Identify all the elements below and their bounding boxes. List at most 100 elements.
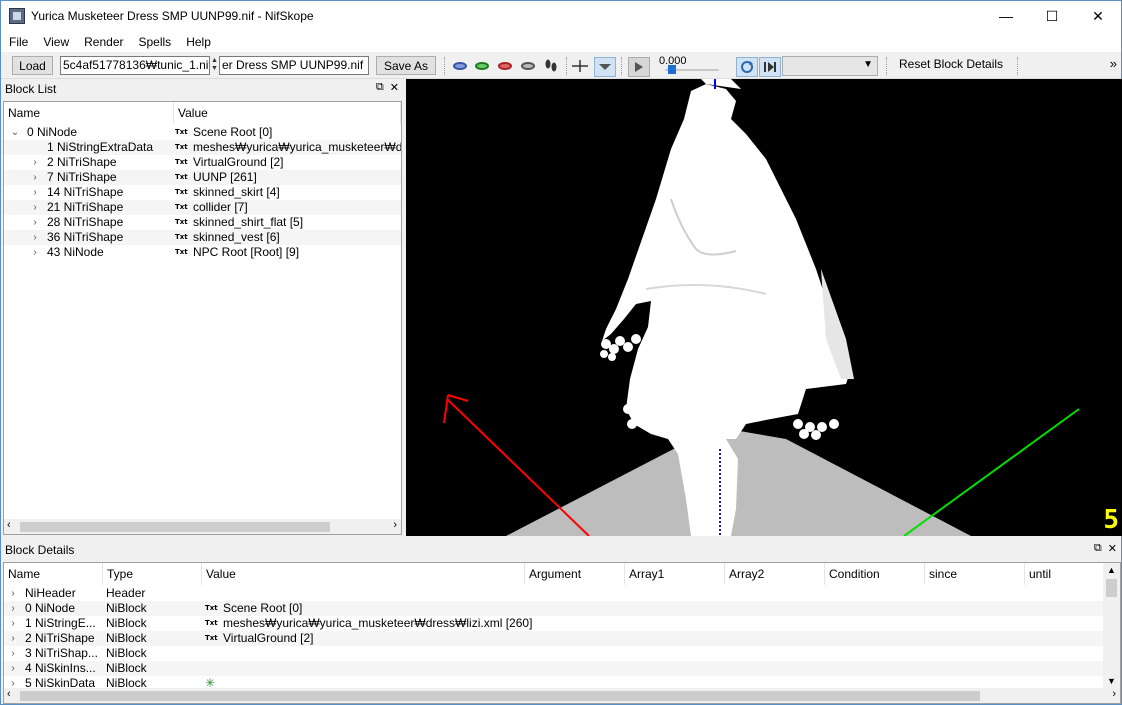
menu-render[interactable]: Render xyxy=(76,35,130,49)
col-value-header[interactable]: Value xyxy=(202,563,525,585)
scroll-left-icon[interactable]: ‹ xyxy=(7,519,11,531)
tree-row[interactable]: › 28 NiTriShape Txt skinned_shirt_flat [5] xyxy=(4,215,401,230)
block-list-title-bar: Block List ⧉ ✕ xyxy=(2,79,403,99)
view-dropdown-icon[interactable] xyxy=(594,57,616,77)
menu-spells[interactable]: Spells xyxy=(131,35,179,49)
load-path-field[interactable]: 5c4af51778136₩tunic_1.nif xyxy=(60,56,210,75)
text-type-icon: Txt xyxy=(205,604,218,612)
tree-row[interactable]: › 21 NiTriShape Txt collider [7] xyxy=(4,200,401,215)
chevron-right-icon[interactable]: › xyxy=(30,245,40,260)
scrollbar-thumb[interactable] xyxy=(20,522,330,532)
close-icon[interactable]: ✕ xyxy=(390,81,399,94)
col-name-header[interactable]: Name xyxy=(4,102,174,124)
details-row-name: NiHeader xyxy=(25,586,76,600)
chevron-right-icon[interactable]: › xyxy=(30,155,40,170)
details-row[interactable]: › NiHeader Header xyxy=(4,586,1104,601)
render-viewport[interactable]: 5 xyxy=(406,79,1122,536)
col-until-header[interactable]: until xyxy=(1025,563,1105,585)
main-window: Yurica Musketeer Dress SMP UUNP99.nif - … xyxy=(0,0,1122,705)
col-value-header[interactable]: Value xyxy=(174,102,401,124)
chevron-right-icon[interactable]: › xyxy=(30,200,40,215)
menu-view[interactable]: View xyxy=(35,35,76,49)
details-row[interactable]: › 2 NiTriShape NiBlock Txt VirtualGround [2] xyxy=(4,631,1104,646)
text-type-icon: Txt xyxy=(175,173,188,181)
text-type-icon: Txt xyxy=(175,203,188,211)
animation-select[interactable]: ▼ xyxy=(782,56,878,76)
view-gray-eye-icon[interactable] xyxy=(519,57,537,75)
tree-row[interactable]: › 7 NiTriShape Txt UUNP [261] xyxy=(4,170,401,185)
scrollbar-thumb[interactable] xyxy=(1106,579,1117,597)
close-button[interactable]: ✕ xyxy=(1075,1,1121,31)
chevron-right-icon[interactable]: › xyxy=(8,661,18,676)
chevron-right-icon[interactable]: › xyxy=(30,230,40,245)
block-details-table[interactable]: Name Type Value Argument Array1 Array2 C… xyxy=(3,562,1121,704)
view-red-eye-icon[interactable] xyxy=(496,57,514,75)
block-list-title: Block List xyxy=(5,82,57,96)
fps-counter: 5 xyxy=(1103,505,1119,535)
load-button[interactable]: Load xyxy=(12,56,53,75)
path-spin-icon[interactable]: ▲ ▼ xyxy=(211,57,218,75)
col-since-header[interactable]: since xyxy=(925,563,1025,585)
minimize-button[interactable]: — xyxy=(983,1,1029,31)
col-argument-header[interactable]: Argument xyxy=(525,563,625,585)
float-icon[interactable]: ⧉ xyxy=(376,81,384,94)
close-icon[interactable]: ✕ xyxy=(1108,542,1117,555)
details-row[interactable]: › 4 NiSkinIns... NiBlock xyxy=(4,661,1104,676)
chevron-right-icon[interactable]: › xyxy=(8,616,18,631)
save-as-button[interactable]: Save As xyxy=(376,56,436,75)
chevron-right-icon[interactable]: › xyxy=(8,646,18,661)
step-icon[interactable] xyxy=(759,57,781,77)
menu-file[interactable]: File xyxy=(1,35,35,49)
chevron-down-icon[interactable]: ⌄ xyxy=(10,125,20,140)
float-icon[interactable]: ⧉ xyxy=(1094,542,1102,555)
axes-icon[interactable] xyxy=(571,57,589,75)
vertical-scrollbar[interactable]: ▲ ▼ xyxy=(1103,563,1120,688)
scrollbar-thumb[interactable] xyxy=(20,691,980,701)
chevron-right-icon[interactable]: › xyxy=(8,601,18,616)
horizontal-scrollbar[interactable]: ‹ › xyxy=(4,519,401,534)
maximize-button[interactable]: ☐ xyxy=(1029,1,1075,31)
view-green-eye-icon[interactable] xyxy=(473,57,491,75)
tree-row[interactable]: › 36 NiTriShape Txt skinned_vest [6] xyxy=(4,230,401,245)
chevron-right-icon[interactable]: › xyxy=(8,586,18,601)
tree-row[interactable]: ⌄ 0 NiNode Txt Scene Root [0] xyxy=(4,125,401,140)
col-array1-header[interactable]: Array1 xyxy=(625,563,725,585)
view-blue-eye-icon[interactable] xyxy=(451,57,469,75)
save-path-field[interactable]: er Dress SMP UUNP99.nif xyxy=(219,56,369,75)
tree-row-name: 21 NiTriShape xyxy=(47,200,124,214)
chevron-right-icon[interactable]: › xyxy=(30,215,40,230)
chevron-right-icon[interactable]: › xyxy=(30,170,40,185)
block-list-tree[interactable]: Name Value ⌄ 0 NiNode Txt Scene Root [0] 1 N… xyxy=(3,101,402,535)
toolbar-overflow-icon[interactable]: » xyxy=(1110,56,1117,71)
scroll-up-icon[interactable]: ▲ xyxy=(1107,565,1116,575)
walk-icon[interactable] xyxy=(542,57,560,75)
reset-block-details-button[interactable]: Reset Block Details xyxy=(899,57,1003,71)
details-row[interactable]: › 1 NiStringE... NiBlock Txt meshes₩yurica₩y… xyxy=(4,616,1104,631)
window-title: Yurica Musketeer Dress SMP UUNP99.nif - … xyxy=(31,9,314,23)
tree-row[interactable]: › 2 NiTriShape Txt VirtualGround [2] xyxy=(4,155,401,170)
details-row[interactable]: › 0 NiNode NiBlock Txt Scene Root [0] xyxy=(4,601,1104,616)
menu-help[interactable]: Help xyxy=(178,35,218,49)
scroll-right-icon[interactable]: › xyxy=(1112,688,1116,700)
time-slider-handle[interactable] xyxy=(668,65,676,74)
tree-row[interactable]: › 14 NiTriShape Txt skinned_skirt [4] xyxy=(4,185,401,200)
scroll-left-icon[interactable]: ‹ xyxy=(7,688,11,700)
col-name-header[interactable]: Name xyxy=(4,563,103,585)
tree-row[interactable]: › 43 NiNode Txt NPC Root [Root] [9] xyxy=(4,245,401,260)
scroll-right-icon[interactable]: › xyxy=(393,519,397,531)
chevron-right-icon[interactable]: › xyxy=(30,185,40,200)
col-condition-header[interactable]: Condition xyxy=(825,563,925,585)
scroll-down-icon[interactable]: ▼ xyxy=(1107,676,1116,686)
chevron-right-icon[interactable]: › xyxy=(8,631,18,646)
col-array2-header[interactable]: Array2 xyxy=(725,563,825,585)
tree-row[interactable]: 1 NiStringExtraData Txt meshes₩yurica₩yuri… xyxy=(4,140,401,155)
details-row-value: VirtualGround [2] xyxy=(223,631,314,645)
tree-row-value: skinned_vest [6] xyxy=(193,230,280,244)
col-type-header[interactable]: Type xyxy=(103,563,202,585)
tree-row-value: collider [7] xyxy=(193,200,248,214)
details-row[interactable]: › 3 NiTriShap... NiBlock xyxy=(4,646,1104,661)
loop-icon[interactable] xyxy=(736,57,758,77)
play-button[interactable] xyxy=(628,57,650,77)
horizontal-scrollbar[interactable]: ‹ › xyxy=(4,688,1120,703)
virtual-ground xyxy=(506,427,971,536)
